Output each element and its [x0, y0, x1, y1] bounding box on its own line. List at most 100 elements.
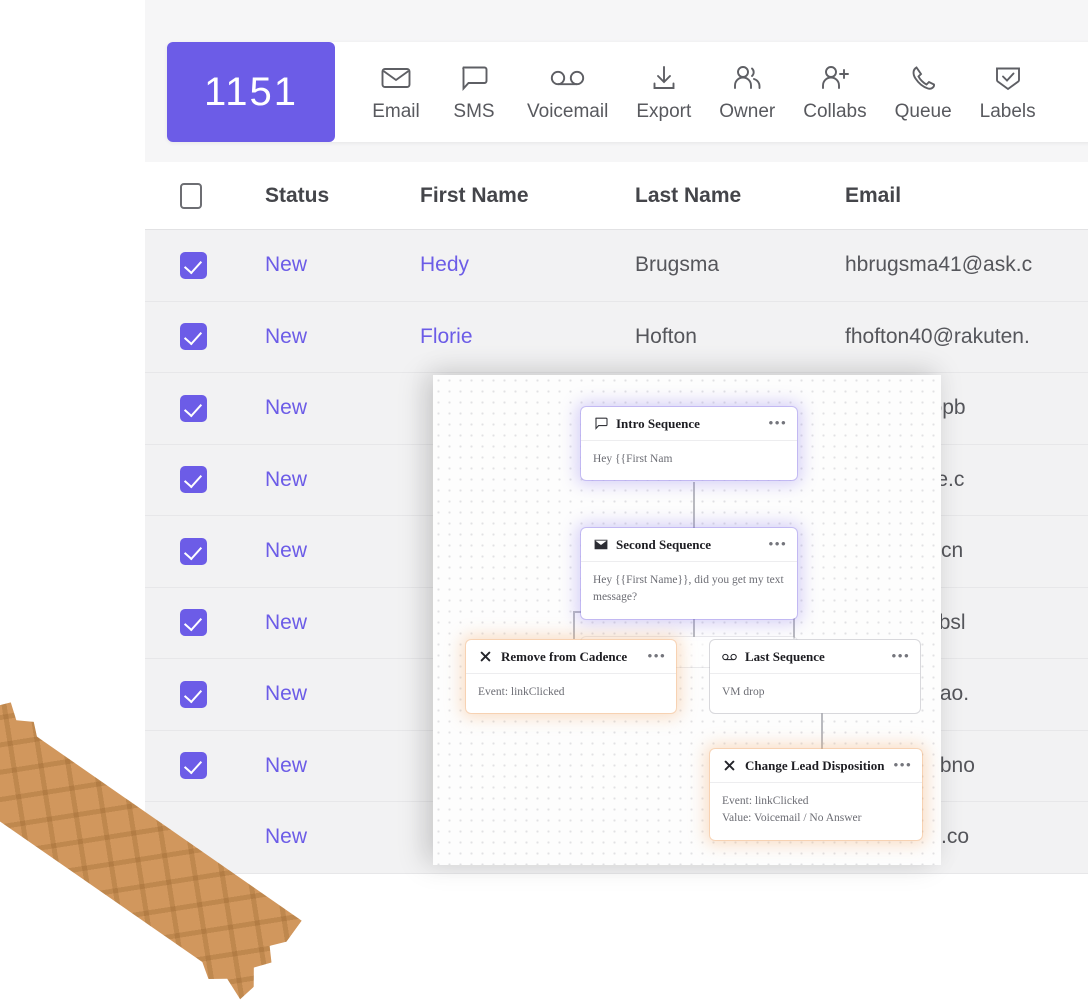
toolbar-action-owner[interactable]: Owner	[705, 61, 789, 123]
cell-status[interactable]: New	[265, 754, 420, 778]
toolbar-card: 1151 Email SMS Voicemail Export Owner Co…	[167, 42, 1088, 142]
flow-node-body: Event: linkClicked	[478, 686, 565, 698]
row-select-cell	[145, 537, 265, 565]
flow-node-header: Remove from Cadence •••	[466, 640, 676, 674]
cell-first-name[interactable]: Hedy	[420, 253, 635, 277]
column-header-status[interactable]: Status	[265, 184, 420, 208]
flow-node-header: Second Sequence •••	[581, 528, 797, 562]
toolbar-action-sms[interactable]: SMS	[435, 61, 513, 123]
cell-status[interactable]: New	[265, 396, 420, 420]
flow-node-menu-button[interactable]: •••	[647, 649, 666, 664]
toolbar-action-collabs-label: Collabs	[803, 101, 867, 122]
toolbar-action-queue-label: Queue	[894, 101, 952, 122]
flow-node-change-lead-disposition[interactable]: Change Lead Disposition ••• Event: linkC…	[710, 749, 922, 840]
toolbar-action-export[interactable]: Export	[622, 61, 705, 123]
row-select-cell	[145, 752, 265, 780]
chat-bubble-icon	[593, 416, 608, 431]
flow-node-menu-button[interactable]: •••	[768, 416, 787, 431]
flow-node-title: Intro Sequence	[616, 415, 700, 431]
row-select-cell	[145, 680, 265, 708]
envelope-icon	[381, 61, 411, 95]
row-checkbox[interactable]	[180, 609, 207, 637]
column-header-email[interactable]: Email	[845, 184, 1088, 208]
user-group-icon	[731, 61, 763, 95]
row-select-cell	[145, 394, 265, 422]
check-shield-icon	[994, 61, 1022, 95]
row-checkbox[interactable]	[180, 323, 207, 351]
selection-count-badge[interactable]: 1151	[167, 42, 335, 142]
flow-node-menu-button[interactable]: •••	[893, 758, 912, 773]
flow-node-body: Hey {{First Name}}, did you get my text …	[593, 574, 784, 604]
table-row[interactable]: New Florie Hofton fhofton40@rakuten.	[145, 301, 1088, 373]
cell-first-name[interactable]: Florie	[420, 325, 635, 349]
chat-bubble-icon	[460, 61, 488, 95]
toolbar-action-queue[interactable]: Queue	[881, 61, 966, 123]
row-checkbox[interactable]	[180, 466, 207, 494]
flow-node-second-sequence[interactable]: Second Sequence ••• Hey {{First Name}}, …	[581, 528, 797, 619]
column-header-first-name[interactable]: First Name	[420, 184, 635, 208]
screenshot-root: 1151 Email SMS Voicemail Export Owner Co…	[0, 0, 1088, 1008]
select-all-cell	[145, 182, 265, 209]
selection-count-value: 1151	[203, 69, 298, 114]
row-select-cell	[145, 251, 265, 279]
row-checkbox[interactable]	[180, 394, 207, 422]
toolbar-actions: Email SMS Voicemail Export Owner Collabs…	[335, 42, 1050, 142]
table-row[interactable]: New Hedy Brugsma hbrugsma41@ask.c	[145, 230, 1088, 302]
table-header-row: Status First Name Last Name Email	[145, 162, 1088, 230]
flow-node-body-line-1: Event: linkClicked	[722, 795, 809, 807]
flow-node-remove-from-cadence[interactable]: Remove from Cadence ••• Event: linkClick…	[466, 640, 676, 714]
voicemail-icon	[550, 61, 586, 95]
toolbar-action-owner-label: Owner	[719, 101, 776, 122]
flow-node-title: Change Lead Disposition	[745, 757, 885, 773]
flow-node-body: VM drop	[722, 686, 765, 698]
flow-connector	[821, 707, 823, 749]
flow-node-menu-button[interactable]: •••	[768, 537, 787, 552]
toolbar-action-voicemail[interactable]: Voicemail	[513, 61, 622, 123]
row-checkbox[interactable]	[180, 752, 207, 780]
flow-node-intro-sequence[interactable]: Intro Sequence ••• Hey {{First Nam	[581, 407, 797, 481]
row-checkbox[interactable]	[180, 680, 207, 708]
toolbar-action-collabs[interactable]: Collabs	[789, 61, 880, 123]
cell-status[interactable]: New	[265, 468, 420, 492]
cell-status[interactable]: New	[265, 325, 420, 349]
cell-email: hbrugsma41@ask.c	[845, 253, 1033, 277]
flow-node-menu-button[interactable]: •••	[891, 649, 910, 664]
row-checkbox[interactable]	[180, 251, 207, 279]
flow-node-title: Last Sequence	[745, 648, 825, 664]
row-checkbox[interactable]	[180, 537, 207, 565]
row-select-cell	[145, 466, 265, 494]
phone-icon	[909, 61, 937, 95]
close-x-icon	[722, 758, 737, 773]
cell-status[interactable]: New	[265, 611, 420, 635]
close-x-icon	[478, 649, 493, 664]
cell-last-name: Brugsma	[635, 253, 720, 277]
flow-node-body-line-2: Value: Voicemail / No Answer	[722, 812, 862, 825]
flow-node-title: Second Sequence	[616, 536, 711, 552]
column-header-last-name[interactable]: Last Name	[635, 184, 845, 208]
toolbar-action-labels[interactable]: Labels	[966, 61, 1050, 123]
flow-node-header: Last Sequence •••	[710, 640, 920, 674]
toolbar-action-email[interactable]: Email	[357, 61, 435, 123]
cell-status[interactable]: New	[265, 682, 420, 706]
flow-connector	[693, 482, 695, 530]
toolbar-action-voicemail-label: Voicemail	[527, 101, 609, 122]
envelope-icon	[593, 537, 608, 552]
flow-node-last-sequence[interactable]: Last Sequence ••• VM drop	[710, 640, 920, 714]
download-icon	[650, 61, 678, 95]
cell-last-name: Hofton	[635, 324, 697, 348]
user-plus-icon	[819, 61, 851, 95]
toolbar-action-sms-label: SMS	[453, 101, 495, 122]
toolbar-action-email-label: Email	[372, 101, 420, 122]
cell-status[interactable]: New	[265, 539, 420, 563]
flow-connector	[573, 611, 575, 639]
flow-node-title: Remove from Cadence	[501, 648, 628, 664]
toolbar-action-labels-label: Labels	[979, 101, 1036, 122]
cadence-flow-overlay: Intro Sequence ••• Hey {{First Nam Secon…	[433, 375, 941, 865]
flow-node-body: Hey {{First Nam	[593, 453, 673, 465]
cell-status[interactable]: New	[265, 253, 420, 277]
row-select-cell	[145, 609, 265, 637]
cell-status[interactable]: New	[265, 825, 420, 849]
select-all-checkbox[interactable]	[180, 182, 202, 209]
voicemail-icon	[722, 649, 737, 664]
row-select-cell	[145, 323, 265, 351]
